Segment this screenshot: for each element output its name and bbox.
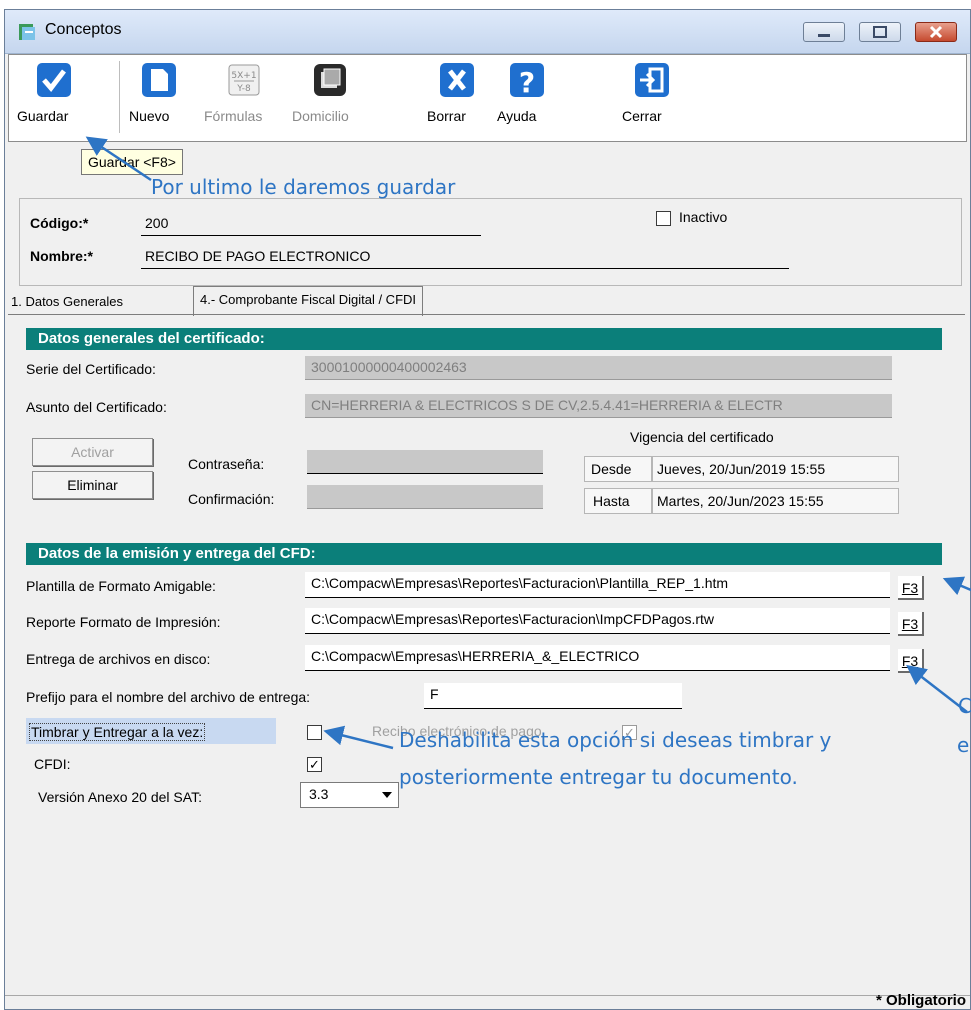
- serie-label: Serie del Certificado:: [26, 361, 156, 377]
- version-label: Versión Anexo 20 del SAT:: [38, 789, 202, 805]
- new-document-icon: [142, 63, 176, 97]
- nombre-value[interactable]: RECIBO DE PAGO ELECTRONICO: [145, 248, 370, 264]
- guardar-label: Guardar: [17, 108, 69, 124]
- confirmacion-field[interactable]: [307, 485, 543, 509]
- borrar-button[interactable]: Borrar: [427, 61, 487, 124]
- codigo-field[interactable]: [141, 235, 481, 236]
- desde-label: Desde: [584, 456, 652, 482]
- help-icon: ?: [510, 63, 544, 99]
- conceptos-window: Conceptos Guardar Nuevo 5X+1 Y-8 Fórmulas…: [4, 9, 971, 1010]
- exit-icon: [635, 63, 669, 97]
- asunto-label: Asunto del Certificado:: [26, 399, 167, 415]
- header-panel: [19, 198, 962, 286]
- contrasena-field[interactable]: [307, 450, 543, 474]
- nombre-label: Nombre:*: [30, 248, 94, 264]
- minimize-icon: [818, 34, 830, 37]
- reporte-label: Reporte Formato de Impresión:: [26, 614, 221, 630]
- contrasena-label: Contraseña:: [188, 456, 265, 472]
- plantilla-label: Plantilla de Formato Amigable:: [26, 578, 216, 594]
- version-select[interactable]: 3.3: [300, 782, 399, 808]
- prefijo-label: Prefijo para el nombre del archivo de en…: [26, 689, 311, 705]
- ayuda-button[interactable]: ? Ayuda: [497, 61, 557, 124]
- chevron-down-icon: [382, 792, 392, 798]
- timbrar-annotation-line1: Deshabilita esta opción si deseas timbra…: [399, 728, 832, 752]
- cfd-section-header: Datos de la emisión y entrega del CFD:: [26, 543, 942, 565]
- formula-icon: 5X+1 Y-8: [228, 64, 260, 96]
- close-icon: [929, 25, 943, 39]
- svg-text:Y-8: Y-8: [236, 84, 251, 94]
- title-bar[interactable]: Conceptos: [5, 10, 970, 54]
- status-bar: * Obligatorio: [5, 992, 970, 1009]
- cert-section-header: Datos generales del certificado:: [26, 328, 942, 350]
- cfdi-label: CFDI:: [34, 756, 71, 772]
- entrega-label: Entrega de archivos en disco:: [26, 651, 211, 667]
- plantilla-field[interactable]: C:\Compacw\Empresas\Reportes\Facturacion…: [305, 572, 890, 598]
- cerrar-label: Cerrar: [622, 108, 662, 124]
- toolbar: Guardar Nuevo 5X+1 Y-8 Fórmulas Domicilio…: [8, 54, 967, 142]
- vigencia-label: Vigencia del certificado: [630, 429, 774, 445]
- maximize-icon: [873, 26, 887, 38]
- timbrar-annotation-line2: posteriormente entregar tu documento.: [399, 765, 798, 789]
- reporte-field[interactable]: C:\Compacw\Empresas\Reportes\Facturacion…: [305, 608, 890, 634]
- svg-text:?: ?: [519, 66, 535, 99]
- save-annotation: Por ultimo le daremos guardar: [151, 175, 456, 199]
- domicilio-button[interactable]: Domicilio: [292, 61, 368, 124]
- prefijo-field[interactable]: F: [424, 683, 682, 709]
- eliminar-button[interactable]: Eliminar: [32, 471, 153, 499]
- borrar-label: Borrar: [427, 108, 466, 124]
- plantilla-f3-button[interactable]: F3: [898, 576, 924, 600]
- tab-border: [8, 314, 965, 315]
- formulas-label: Fórmulas: [204, 108, 263, 124]
- timbrar-checkbox[interactable]: [307, 725, 322, 740]
- tab-cfdi[interactable]: 4.- Comprobante Fiscal Digital / CFDI: [193, 286, 424, 316]
- obligatorio-label: * Obligatorio: [876, 992, 966, 1009]
- nombre-field[interactable]: [141, 268, 789, 269]
- guardar-button[interactable]: Guardar: [17, 61, 91, 124]
- timbrar-label: Timbrar y Entregar a la vez:: [29, 723, 206, 741]
- domicilio-label: Domicilio: [292, 108, 349, 124]
- checkmark-icon: [37, 63, 71, 97]
- reporte-f3-button[interactable]: F3: [898, 612, 924, 636]
- inactivo-label: Inactivo: [679, 209, 728, 225]
- toolbar-separator: [119, 61, 120, 133]
- nuevo-button[interactable]: Nuevo: [129, 61, 189, 124]
- delete-icon: [440, 63, 474, 97]
- formulas-button[interactable]: 5X+1 Y-8 Fórmulas: [204, 61, 284, 124]
- minimize-button[interactable]: [803, 22, 845, 42]
- asunto-field: CN=HERRERIA & ELECTRICOS S DE CV,2.5.4.4…: [305, 394, 892, 418]
- tab-datos-generales[interactable]: 1. Datos Generales: [5, 289, 129, 315]
- ayuda-label: Ayuda: [497, 108, 537, 124]
- address-icon: [314, 64, 346, 96]
- close-button[interactable]: [915, 22, 957, 42]
- guardar-tooltip: Guardar <F8>: [81, 149, 183, 175]
- cut-annotation-2: e: [957, 733, 970, 757]
- codigo-label: Código:*: [30, 215, 89, 231]
- confirmacion-label: Confirmación:: [188, 491, 275, 507]
- version-value: 3.3: [309, 786, 329, 802]
- cut-annotation-1: C: [958, 694, 971, 718]
- entrega-f3-button[interactable]: F3: [898, 649, 924, 673]
- hasta-value: Martes, 20/Jun/2023 15:55: [652, 488, 899, 514]
- codigo-value[interactable]: 200: [145, 215, 168, 231]
- inactivo-checkbox[interactable]: [656, 211, 671, 226]
- serie-field: 30001000000400002463: [305, 356, 892, 380]
- nuevo-label: Nuevo: [129, 108, 170, 124]
- window-title: Conceptos: [45, 21, 122, 38]
- app-icon: [19, 24, 35, 40]
- cfdi-checkbox[interactable]: ✓: [307, 757, 322, 772]
- entrega-field[interactable]: C:\Compacw\Empresas\HERRERIA_&_ELECTRICO: [305, 645, 890, 671]
- cerrar-button[interactable]: Cerrar: [622, 61, 682, 124]
- maximize-button[interactable]: [859, 22, 901, 42]
- desde-value: Jueves, 20/Jun/2019 15:55: [652, 456, 899, 482]
- activar-button[interactable]: Activar: [32, 438, 153, 466]
- svg-text:5X+1: 5X+1: [231, 71, 256, 81]
- hasta-label: Hasta: [584, 488, 652, 514]
